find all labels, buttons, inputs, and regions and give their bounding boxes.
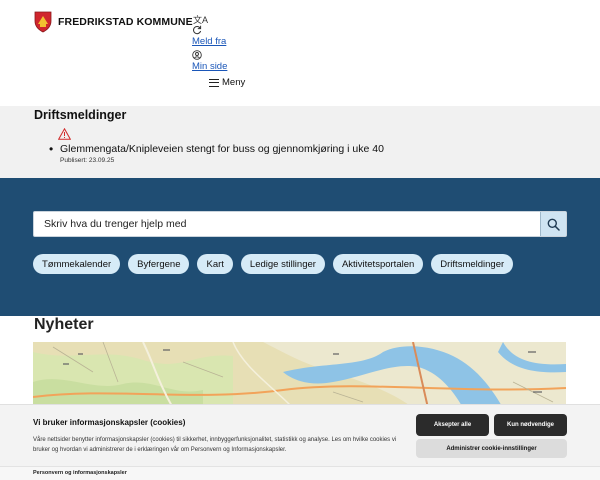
quick-link-driftsmeldinger[interactable]: Driftsmeldinger — [431, 254, 514, 274]
cookie-text: Våre nettsider benytter informasjonskaps… — [33, 437, 397, 453]
quick-link-ledige-stillinger[interactable]: Ledige stillinger — [240, 254, 325, 274]
search-section: Tømmekalender Byfergene Kart Ledige stil… — [0, 178, 600, 316]
menu-button[interactable]: Meny — [209, 77, 245, 88]
search-input[interactable] — [34, 212, 540, 236]
news-heading: Nyheter — [34, 316, 94, 333]
quick-links: Tømmekalender Byfergene Kart Ledige stil… — [33, 254, 514, 274]
alerts-list: Glemmengata/Knipleveien stengt for buss … — [49, 142, 384, 156]
search-button[interactable] — [540, 212, 566, 236]
logo[interactable]: FREDRIKSTAD KOMMUNE — [34, 11, 193, 33]
accept-all-button[interactable]: Aksepter alle — [416, 414, 489, 436]
page: FREDRIKSTAD KOMMUNE 文A Meld fra Min side… — [0, 0, 600, 480]
alert-published-date: Publisert: 23.09.25 — [60, 157, 115, 164]
user-icon — [192, 50, 202, 60]
search-box — [33, 211, 567, 237]
cookie-settings-button[interactable]: Administrer cookie-innstillinger — [416, 439, 567, 458]
cookie-title: Vi bruker informasjonskapsler (cookies) — [33, 418, 186, 427]
site-header: FREDRIKSTAD KOMMUNE 文A Meld fra Min side… — [0, 0, 600, 106]
report-link[interactable]: Meld fra — [192, 36, 227, 48]
alerts-title: Driftsmeldinger — [34, 108, 127, 122]
refresh-icon — [193, 25, 202, 35]
news-map-image[interactable] — [33, 342, 566, 408]
quick-link-kart[interactable]: Kart — [197, 254, 233, 274]
hamburger-icon — [209, 78, 219, 87]
cookie-banner: Vi bruker informasjonskapsler (cookies) … — [0, 404, 600, 480]
header-links: Meld fra Min side — [192, 25, 227, 75]
service-alerts: Driftsmeldinger Glemmengata/Knipleveien … — [0, 106, 600, 178]
brand-name: FREDRIKSTAD KOMMUNE — [58, 16, 193, 28]
privacy-link[interactable]: Personvern og informasjonskapsler — [33, 470, 127, 476]
quick-link-aktivitetsportalen[interactable]: Aktivitetsportalen — [332, 254, 424, 274]
necessary-only-button[interactable]: Kun nødvendige — [494, 414, 567, 436]
warning-icon — [58, 128, 71, 140]
quick-link-byfergene[interactable]: Byfergene — [128, 254, 190, 274]
search-icon — [547, 218, 560, 231]
alert-item[interactable]: Glemmengata/Knipleveien stengt for buss … — [49, 142, 384, 156]
menu-label: Meny — [222, 77, 246, 88]
cookie-footer: Personvern og informasjonskapsler — [0, 466, 600, 480]
quick-link-tommekalender[interactable]: Tømmekalender — [33, 254, 121, 274]
my-page-link[interactable]: Min side — [192, 61, 227, 73]
coat-of-arms-icon — [34, 11, 52, 33]
